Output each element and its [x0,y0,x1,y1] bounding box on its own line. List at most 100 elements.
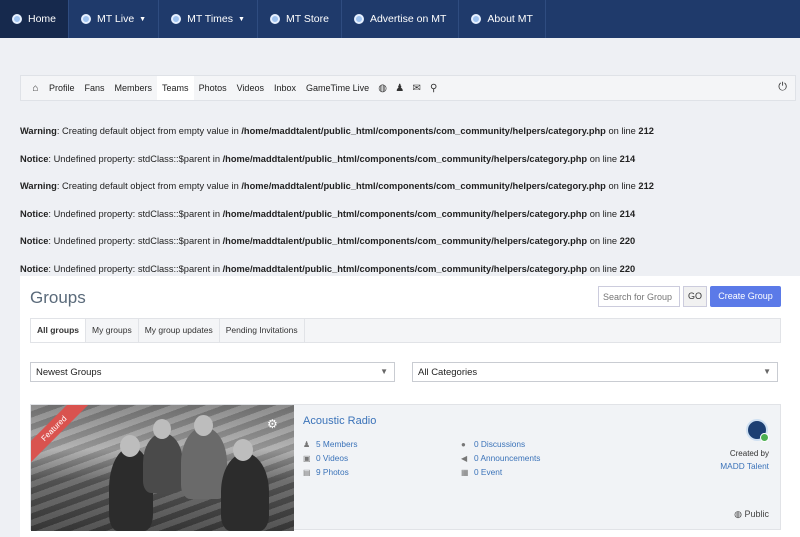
site-logo-icon [12,14,22,24]
tab-my-group-updates[interactable]: My group updates [139,319,220,342]
message-path: /home/maddtalent/public_html/components/… [222,153,588,164]
toolbar-fans[interactable]: Fans [80,76,110,100]
nav-home-label: Home [28,13,57,25]
search-group-input[interactable] [598,286,680,307]
category-select[interactable]: All Categories ▼ [412,362,778,382]
message-on-line: on line [605,181,639,192]
message-text: : Creating default object from empty val… [56,126,242,136]
php-message: Warning: Creating default object from em… [20,181,790,209]
php-message: Notice: Undefined property: stdClass::$p… [20,154,790,182]
php-message: Notice: Undefined property: stdClass::$p… [20,236,790,264]
message-on-line: on line [587,208,620,219]
chevron-down-icon: ▼ [763,367,771,376]
message-path: /home/maddtalent/public_html/components/… [222,236,588,247]
photos-count: 9 Photos [316,467,349,477]
discussion-icon: ● [461,439,466,449]
create-group-button[interactable]: Create Group [710,286,781,307]
photo-icon: ▤ [303,467,311,477]
nav-about[interactable]: About MT [459,0,546,38]
nav-mt-store-label: MT Store [285,13,329,25]
toolbar-teams[interactable]: Teams [157,76,194,100]
online-status-dot [760,433,769,442]
message-line: 220 [619,263,636,274]
user-add-icon[interactable]: ♟ [391,76,408,100]
site-logo-icon [171,14,182,24]
message-text: : Undefined property: stdClass::$parent … [48,263,223,274]
created-by-label: Created by [729,449,769,458]
message-line: 220 [619,236,636,247]
message-type: Notice [20,208,49,219]
go-button[interactable]: GO [683,286,707,307]
nav-mt-store[interactable]: MT Store [258,0,342,38]
power-icon[interactable]: ⏻ [778,81,787,94]
nav-mt-times-label: MT Times [187,13,234,25]
gear-icon[interactable]: ⚙ [267,417,278,431]
message-text: : Undefined property: stdClass::$parent … [48,236,223,247]
privacy-status: ◍ Public [734,509,769,520]
message-path: /home/maddtalent/public_html/components/… [222,208,588,219]
video-icon: ▣ [303,453,311,463]
globe-icon[interactable]: ◍ [374,76,391,100]
message-line: 212 [638,126,654,136]
creator-avatar[interactable] [746,419,769,442]
toolbar-inbox[interactable]: Inbox [269,76,301,100]
discussions-count: 0 Discussions [474,439,526,449]
videos-link[interactable]: ▣ 0 Videos [303,453,348,463]
sort-select-value: Newest Groups [36,367,102,378]
message-type: Warning [20,126,57,136]
message-type: Notice [20,236,49,247]
sort-select[interactable]: Newest Groups ▼ [30,362,395,382]
mail-icon[interactable]: ✉ [408,76,425,100]
megaphone-icon: ◀ [461,453,468,463]
group-cover-photo[interactable]: Featured ⚙ [31,405,294,531]
groups-panel: Groups GO Create Group All groups My gro… [20,276,800,537]
nav-home[interactable]: Home [0,0,70,38]
message-text: : Undefined property: stdClass::$parent … [48,208,223,219]
discussions-link[interactable]: ● 0 Discussions [461,439,525,449]
privacy-label: Public [744,509,769,519]
nav-advertise[interactable]: Advertise on MT [342,0,460,38]
search-icon[interactable]: ⚲ [425,76,442,100]
tab-all-groups[interactable]: All groups [31,319,87,342]
photos-link[interactable]: ▤ 9 Photos [303,467,349,477]
tab-my-groups[interactable]: My groups [86,319,139,342]
message-on-line: on line [587,153,620,164]
members-count: 5 Members [316,439,358,449]
chevron-down-icon: ▼ [380,367,388,376]
nav-mt-times[interactable]: MT Times ▼ [159,0,258,38]
toolbar-gametime-live[interactable]: GameTime Live [301,76,374,100]
toolbar-members[interactable]: Members [110,76,158,100]
message-on-line: on line [587,236,620,247]
creator-link[interactable]: MADD Talent [720,461,769,471]
events-count: 0 Event [474,467,503,477]
message-path: /home/maddtalent/public_html/components/… [241,181,606,192]
site-logo-icon [471,14,482,24]
toolbar-profile[interactable]: Profile [44,76,80,100]
category-select-value: All Categories [418,367,478,378]
message-type: Warning [20,181,57,192]
toolbar-videos[interactable]: Videos [232,76,269,100]
announcements-link[interactable]: ◀ 0 Announcements [461,453,540,463]
message-path: /home/maddtalent/public_html/components/… [241,126,606,136]
home-icon[interactable]: ⌂ [27,76,44,100]
php-messages: Warning: Creating default object from em… [20,126,790,292]
users-icon: ♟ [303,439,311,449]
message-text: : Undefined property: stdClass::$parent … [48,153,223,164]
message-line: 214 [619,208,636,219]
community-toolbar: ⌂ Profile Fans Members Teams Photos Vide… [20,75,796,101]
chevron-down-icon: ▼ [139,15,147,23]
message-line: 212 [638,181,654,192]
toolbar-photos[interactable]: Photos [194,76,232,100]
nav-about-label: About MT [487,13,533,25]
message-text: : Creating default object from empty val… [56,181,242,192]
members-link[interactable]: ♟ 5 Members [303,439,358,449]
tab-pending-invitations[interactable]: Pending Invitations [220,319,305,342]
nav-mt-live[interactable]: MT Live ▼ [69,0,160,38]
calendar-icon: ▦ [461,467,469,477]
group-name-link[interactable]: Acoustic Radio [303,415,376,427]
events-link[interactable]: ▦ 0 Event [461,467,502,477]
group-tabs: All groups My groups My group updates Pe… [30,318,781,343]
group-card: Featured ⚙ Acoustic Radio ♟ 5 Members ▣ 0 … [30,404,781,531]
site-logo-icon [353,14,364,24]
message-type: Notice [20,263,49,274]
